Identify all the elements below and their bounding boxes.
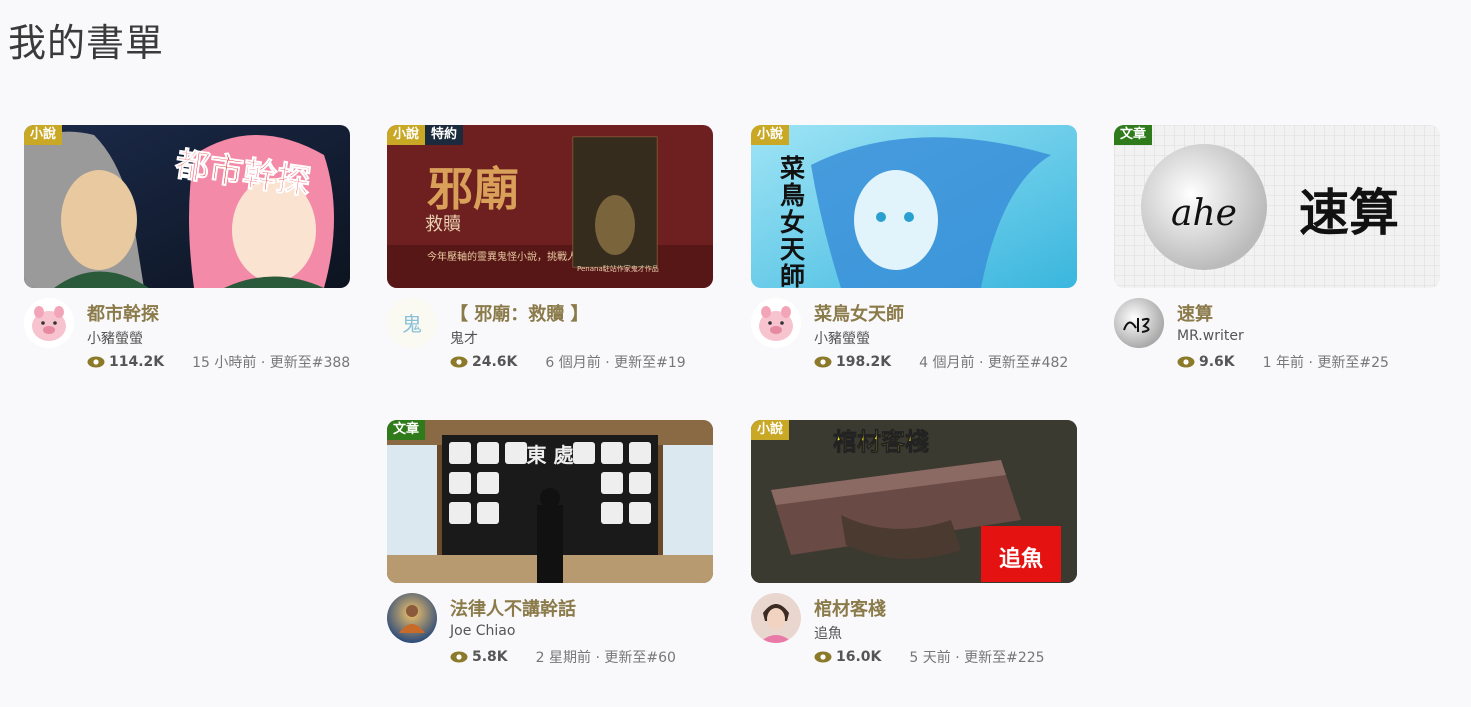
book-meta: 都市幹探 小豬螢螢 114.2K 15 小時前 · 更新至#388 [24, 288, 350, 371]
update-info: 5 天前 · 更新至#225 [909, 650, 1045, 666]
avatar-text: 鬼 [402, 312, 422, 336]
cover-title: 東 處 [527, 443, 574, 467]
book-card[interactable]: 東 處 文章 法律人不講幹話 Joe Chiao 5.8K 2 星期前 · 更新… [387, 420, 713, 666]
book-card[interactable]: 邪廟 救贖 今年壓軸的靈異鬼怪小說，挑戰人性的極限 Penana駐站作家鬼才作品… [387, 125, 713, 371]
book-author[interactable]: 追魚 [814, 623, 842, 643]
cover-logo: ahe [1171, 193, 1237, 234]
cover-badge: 追魚 [999, 546, 1043, 572]
ghost-logo-icon[interactable]: 鬼 [387, 298, 437, 348]
update-info: 1 年前 · 更新至#25 [1262, 355, 1389, 371]
cover-title: 邪廟 [427, 162, 519, 216]
book-title[interactable]: 菜鳥女天師 [814, 300, 904, 326]
eye-icon [814, 651, 832, 663]
book-meta: 法律人不講幹話 Joe Chiao 5.8K 2 星期前 · 更新至#60 [387, 583, 713, 666]
eye-icon [450, 651, 468, 663]
book-title[interactable]: 【 邪廟：救贖 】 [450, 300, 589, 326]
book-stats: 24.6K 6 個月前 · 更新至#19 [450, 352, 686, 372]
view-count: 9.6K [1199, 354, 1235, 370]
tag-group: 小說 特約 [387, 125, 464, 145]
book-stats: 5.8K 2 星期前 · 更新至#60 [450, 647, 676, 667]
book-meta: 鬼 【 邪廟：救贖 】 鬼才 24.6K 6 個月前 · 更新至#19 [387, 288, 713, 371]
book-cover[interactable]: 追魚 棺材客棧 小說 [751, 420, 1077, 583]
tag-article: 文章 [1114, 125, 1153, 145]
pig-avatar-icon[interactable] [751, 298, 801, 348]
tag-group: 小說 [751, 420, 790, 440]
cover-small-text: Penana駐站作家鬼才作品 [577, 264, 659, 273]
book-cover[interactable]: 邪廟 救贖 今年壓軸的靈異鬼怪小說，挑戰人性的極限 Penana駐站作家鬼才作品… [387, 125, 713, 288]
update-info: 15 小時前 · 更新至#388 [192, 355, 351, 371]
update-info: 4 個月前 · 更新至#482 [919, 355, 1069, 371]
book-stats: 9.6K 1 年前 · 更新至#25 [1177, 352, 1389, 372]
update-info: 6 個月前 · 更新至#19 [545, 355, 686, 371]
update-info: 2 星期前 · 更新至#60 [535, 650, 676, 666]
tag-group: 小說 [24, 125, 63, 145]
view-count: 5.8K [472, 649, 508, 665]
ahe-logo-icon[interactable] [1114, 298, 1164, 348]
book-title[interactable]: 都市幹探 [87, 300, 159, 326]
eye-icon [814, 356, 832, 368]
book-author[interactable]: 小豬螢螢 [87, 328, 143, 348]
view-count: 114.2K [109, 354, 165, 370]
book-meta: 菜鳥女天師 小豬螢螢 198.2K 4 個月前 · 更新至#482 [751, 288, 1077, 371]
book-title[interactable]: 棺材客棧 [814, 595, 886, 621]
cover-subtitle: 救贖 [425, 214, 461, 235]
eye-icon [450, 356, 468, 368]
meditation-avatar-icon[interactable] [387, 593, 437, 643]
eye-icon [87, 356, 105, 368]
page-title: 我的書單 [8, 21, 165, 65]
cover-title: 速算 [1299, 183, 1399, 242]
book-card[interactable]: 追魚 棺材客棧 小說 棺材客棧 追魚 16.0K 5 天前 · 更新至#225 [751, 420, 1077, 666]
book-cover[interactable]: 東 處 文章 [387, 420, 713, 583]
tag-special: 特約 [425, 125, 464, 145]
tag-novel: 小說 [24, 125, 63, 145]
svg-text:菜鳥女天師: 菜鳥女天師 [777, 155, 807, 288]
tag-group: 小說 [751, 125, 790, 145]
pig-avatar-icon[interactable] [24, 298, 74, 348]
book-author[interactable]: Joe Chiao [450, 623, 515, 639]
book-author[interactable]: 小豬螢螢 [814, 328, 870, 348]
book-card[interactable]: 菜鳥女天師 小說 菜鳥女天師 小豬螢螢 198.2K 4 個月前 · 更新至#4… [751, 125, 1077, 371]
view-count: 16.0K [836, 649, 882, 665]
book-stats: 114.2K 15 小時前 · 更新至#388 [87, 352, 350, 372]
book-card[interactable]: 都市幹探 小說 都市幹探 小豬螢螢 114.2K 15 小時前 · 更新至#38… [24, 125, 350, 371]
tag-novel: 小說 [387, 125, 426, 145]
book-author[interactable]: MR.writer [1177, 328, 1244, 344]
book-card[interactable]: ahe 速算 文章 速算 MR.writer 9.6K 1 年前 · 更新至#2… [1114, 125, 1440, 371]
book-stats: 16.0K 5 天前 · 更新至#225 [814, 647, 1045, 667]
person-avatar-icon[interactable] [751, 593, 801, 643]
book-author[interactable]: 鬼才 [450, 328, 478, 348]
tag-group: 文章 [387, 420, 426, 440]
book-meta: 棺材客棧 追魚 16.0K 5 天前 · 更新至#225 [751, 583, 1077, 666]
tag-group: 文章 [1114, 125, 1153, 145]
book-title[interactable]: 法律人不講幹話 [450, 595, 576, 621]
cover-title: 棺材客棧 [833, 428, 929, 456]
cover-title: 菜鳥女天師 [777, 155, 807, 288]
view-count: 198.2K [836, 354, 892, 370]
eye-icon [1177, 356, 1195, 368]
tag-novel: 小說 [751, 420, 790, 440]
book-title[interactable]: 速算 [1177, 300, 1213, 326]
book-cover[interactable]: 菜鳥女天師 小說 [751, 125, 1077, 288]
tag-novel: 小說 [751, 125, 790, 145]
book-meta: 速算 MR.writer 9.6K 1 年前 · 更新至#25 [1114, 288, 1440, 371]
book-cover[interactable]: ahe 速算 文章 [1114, 125, 1440, 288]
book-cover[interactable]: 都市幹探 小說 [24, 125, 350, 288]
book-stats: 198.2K 4 個月前 · 更新至#482 [814, 352, 1068, 372]
tag-article: 文章 [387, 420, 426, 440]
view-count: 24.6K [472, 354, 518, 370]
